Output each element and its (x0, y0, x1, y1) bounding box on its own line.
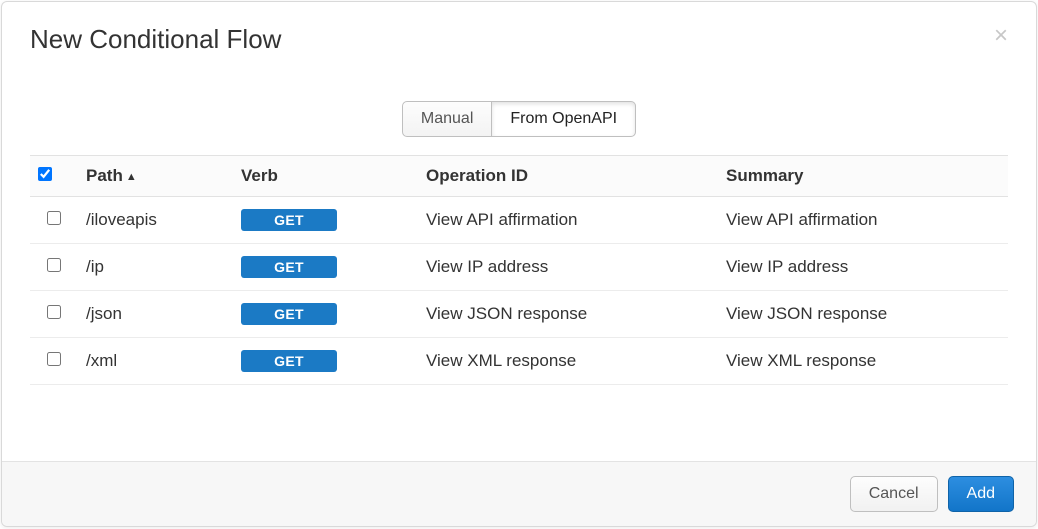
row-checkbox[interactable] (47, 305, 61, 319)
header-summary[interactable]: Summary (718, 156, 1008, 197)
cell-operation-id: View JSON response (418, 291, 718, 338)
cell-path: /ip (78, 244, 233, 291)
cell-summary: View JSON response (718, 291, 1008, 338)
header-operation-id[interactable]: Operation ID (418, 156, 718, 197)
cell-summary: View IP address (718, 244, 1008, 291)
select-all-cell (30, 156, 78, 197)
row-checkbox[interactable] (47, 352, 61, 366)
verb-badge: GET (241, 303, 337, 325)
table-header-row: Path▲ Verb Operation ID Summary (30, 156, 1008, 197)
table-row: /json GET View JSON response View JSON r… (30, 291, 1008, 338)
source-toggle: Manual From OpenAPI (30, 101, 1008, 137)
cell-operation-id: View IP address (418, 244, 718, 291)
cancel-button[interactable]: Cancel (850, 476, 938, 512)
verb-badge: GET (241, 209, 337, 231)
cell-operation-id: View API affirmation (418, 197, 718, 244)
add-button[interactable]: Add (948, 476, 1014, 512)
row-checkbox[interactable] (47, 211, 61, 225)
dialog-header: New Conditional Flow × (2, 2, 1036, 73)
cell-summary: View XML response (718, 338, 1008, 385)
table-row: /ip GET View IP address View IP address (30, 244, 1008, 291)
dialog-footer: Cancel Add (2, 461, 1036, 526)
table-row: /xml GET View XML response View XML resp… (30, 338, 1008, 385)
operations-table: Path▲ Verb Operation ID Summary /iloveap… (30, 155, 1008, 385)
row-checkbox[interactable] (47, 258, 61, 272)
header-verb[interactable]: Verb (233, 156, 418, 197)
dialog-body: Manual From OpenAPI Path▲ Verb Operation… (2, 73, 1036, 461)
cell-summary: View API affirmation (718, 197, 1008, 244)
header-path-label: Path (86, 166, 123, 185)
select-all-checkbox[interactable] (38, 167, 52, 181)
new-conditional-flow-dialog: New Conditional Flow × Manual From OpenA… (1, 1, 1037, 527)
cell-path: /json (78, 291, 233, 338)
cell-path: /xml (78, 338, 233, 385)
verb-badge: GET (241, 350, 337, 372)
tab-from-openapi[interactable]: From OpenAPI (492, 101, 636, 137)
close-icon[interactable]: × (994, 24, 1008, 48)
verb-badge: GET (241, 256, 337, 278)
cell-path: /iloveapis (78, 197, 233, 244)
sort-asc-icon: ▲ (126, 171, 137, 183)
table-body: /iloveapis GET View API affirmation View… (30, 197, 1008, 385)
cell-operation-id: View XML response (418, 338, 718, 385)
header-path[interactable]: Path▲ (78, 156, 233, 197)
table-row: /iloveapis GET View API affirmation View… (30, 197, 1008, 244)
dialog-title: New Conditional Flow (30, 24, 281, 55)
tab-manual[interactable]: Manual (402, 101, 492, 137)
